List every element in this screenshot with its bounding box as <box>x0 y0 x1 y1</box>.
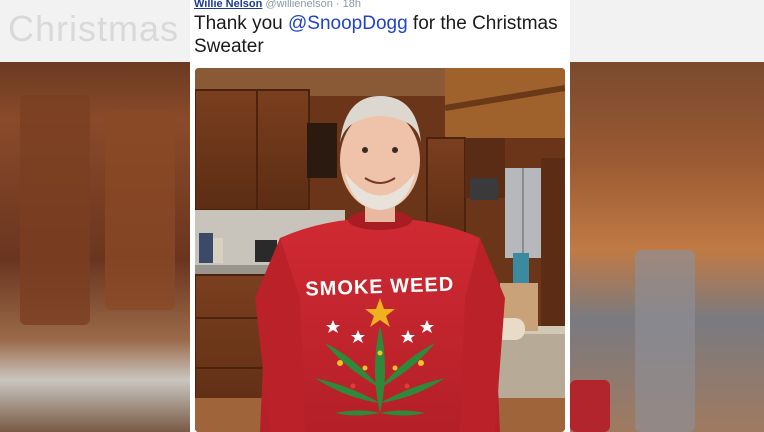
author-name-link[interactable]: Willie Nelson <box>194 0 262 10</box>
blurred-tweet-text: Christmas <box>8 8 180 49</box>
kitchen-scene: SMOKE WEED <box>195 68 565 432</box>
tweet-timestamp[interactable]: 18h <box>343 0 361 10</box>
tweet-header: Willie Nelson @willienelson · 18h <box>194 0 361 10</box>
tweet-text-before: Thank you <box>194 13 288 34</box>
blurred-cabinet <box>20 95 90 325</box>
blurred-appliance <box>635 250 695 432</box>
separator-dot: · <box>335 0 340 10</box>
blurred-sweater <box>570 380 610 432</box>
blurred-background-right <box>570 0 764 432</box>
author-handle[interactable]: @willienelson <box>265 0 332 10</box>
mention-link[interactable]: @SnoopDogg <box>288 13 408 34</box>
tweet-photo[interactable]: SMOKE WEED <box>195 68 565 432</box>
tweet-text: Thank you @SnoopDogg for the Christmas S… <box>194 12 566 58</box>
blurred-cabinet <box>105 110 175 310</box>
blurred-background-left: Christmas <box>0 0 190 432</box>
tweet-card: Willie Nelson @willienelson · 18h Thank … <box>190 0 570 432</box>
